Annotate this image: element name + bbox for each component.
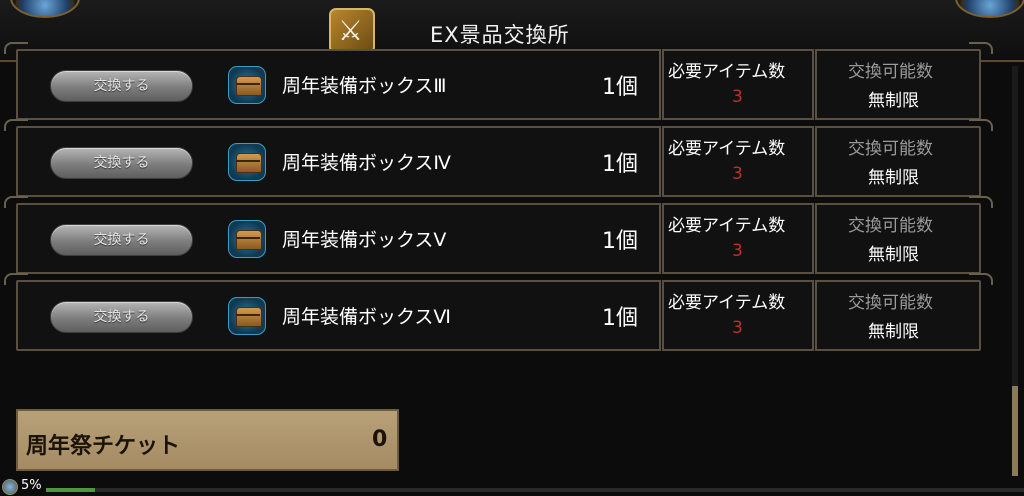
item-name: 周年装備ボックスⅢ bbox=[282, 75, 447, 97]
status-bar: 5% bbox=[0, 478, 1024, 496]
status-orb-icon bbox=[2, 479, 18, 495]
exchange-limit-label: 交換可能数 bbox=[848, 62, 933, 82]
corner-orb-decoration bbox=[955, 0, 1024, 18]
treasure-chest-icon bbox=[228, 297, 266, 335]
exchange-limit-value: 無制限 bbox=[868, 322, 919, 342]
required-items-label: 必要アイテム数 bbox=[668, 216, 786, 236]
cell-divider bbox=[659, 126, 664, 197]
required-items-value: 3 bbox=[732, 164, 743, 184]
item-name: 周年装備ボックスⅣ bbox=[282, 152, 451, 174]
cell-divider bbox=[659, 280, 664, 351]
cell-divider bbox=[812, 49, 817, 120]
required-items-value: 3 bbox=[732, 241, 743, 261]
exchange-limit-value: 無制限 bbox=[868, 245, 919, 265]
exchange-row: 交換する 周年装備ボックスⅥ 1個 必要アイテム数 3 交換可能数 無制限 bbox=[4, 273, 993, 351]
sword-shop-icon: ⚔ bbox=[329, 8, 375, 54]
cell-divider bbox=[659, 203, 664, 274]
cell-divider bbox=[659, 49, 664, 120]
progress-bar bbox=[46, 488, 1024, 492]
exchange-row: 交換する 周年装備ボックスⅤ 1個 必要アイテム数 3 交換可能数 無制限 bbox=[4, 196, 993, 274]
treasure-chest-icon bbox=[228, 220, 266, 258]
required-items-value: 3 bbox=[732, 87, 743, 107]
cell-divider bbox=[812, 203, 817, 274]
required-items-label: 必要アイテム数 bbox=[668, 293, 786, 313]
cell-divider bbox=[812, 126, 817, 197]
item-name: 周年装備ボックスⅥ bbox=[282, 306, 451, 328]
required-items-label: 必要アイテム数 bbox=[668, 62, 786, 82]
progress-percent: 5% bbox=[21, 478, 42, 493]
scrollbar-thumb[interactable] bbox=[1012, 386, 1018, 476]
exchange-limit-label: 交換可能数 bbox=[848, 293, 933, 313]
exchange-limit-label: 交換可能数 bbox=[848, 216, 933, 236]
exchange-row: 交換する 周年装備ボックスⅣ 1個 必要アイテム数 3 交換可能数 無制限 bbox=[4, 119, 993, 197]
exchange-button[interactable]: 交換する bbox=[50, 224, 193, 256]
item-name: 周年装備ボックスⅤ bbox=[282, 229, 447, 251]
exchange-button[interactable]: 交換する bbox=[50, 301, 193, 333]
scrollbar[interactable] bbox=[1012, 66, 1018, 476]
exchange-limit-value: 無制限 bbox=[868, 168, 919, 188]
exchange-button[interactable]: 交換する bbox=[50, 147, 193, 179]
ticket-panel: 周年祭チケット 0 bbox=[16, 409, 399, 471]
cell-divider bbox=[812, 280, 817, 351]
exchange-row: 交換する 周年装備ボックスⅢ 1個 必要アイテム数 3 交換可能数 無制限 bbox=[4, 42, 993, 120]
item-quantity: 1個 bbox=[602, 152, 638, 177]
ticket-label: 周年祭チケット bbox=[26, 434, 181, 459]
ticket-count: 0 bbox=[372, 427, 388, 452]
progress-fill bbox=[46, 488, 95, 492]
treasure-chest-icon bbox=[228, 66, 266, 104]
page-title: EX景品交換所 bbox=[430, 23, 570, 47]
corner-orb-decoration bbox=[10, 0, 80, 18]
item-quantity: 1個 bbox=[602, 229, 638, 254]
treasure-chest-icon bbox=[228, 143, 266, 181]
exchange-button[interactable]: 交換する bbox=[50, 70, 193, 102]
item-quantity: 1個 bbox=[602, 306, 638, 331]
exchange-limit-label: 交換可能数 bbox=[848, 139, 933, 159]
exchange-limit-value: 無制限 bbox=[868, 91, 919, 111]
required-items-label: 必要アイテム数 bbox=[668, 139, 786, 159]
required-items-value: 3 bbox=[732, 318, 743, 338]
item-quantity: 1個 bbox=[602, 75, 638, 100]
